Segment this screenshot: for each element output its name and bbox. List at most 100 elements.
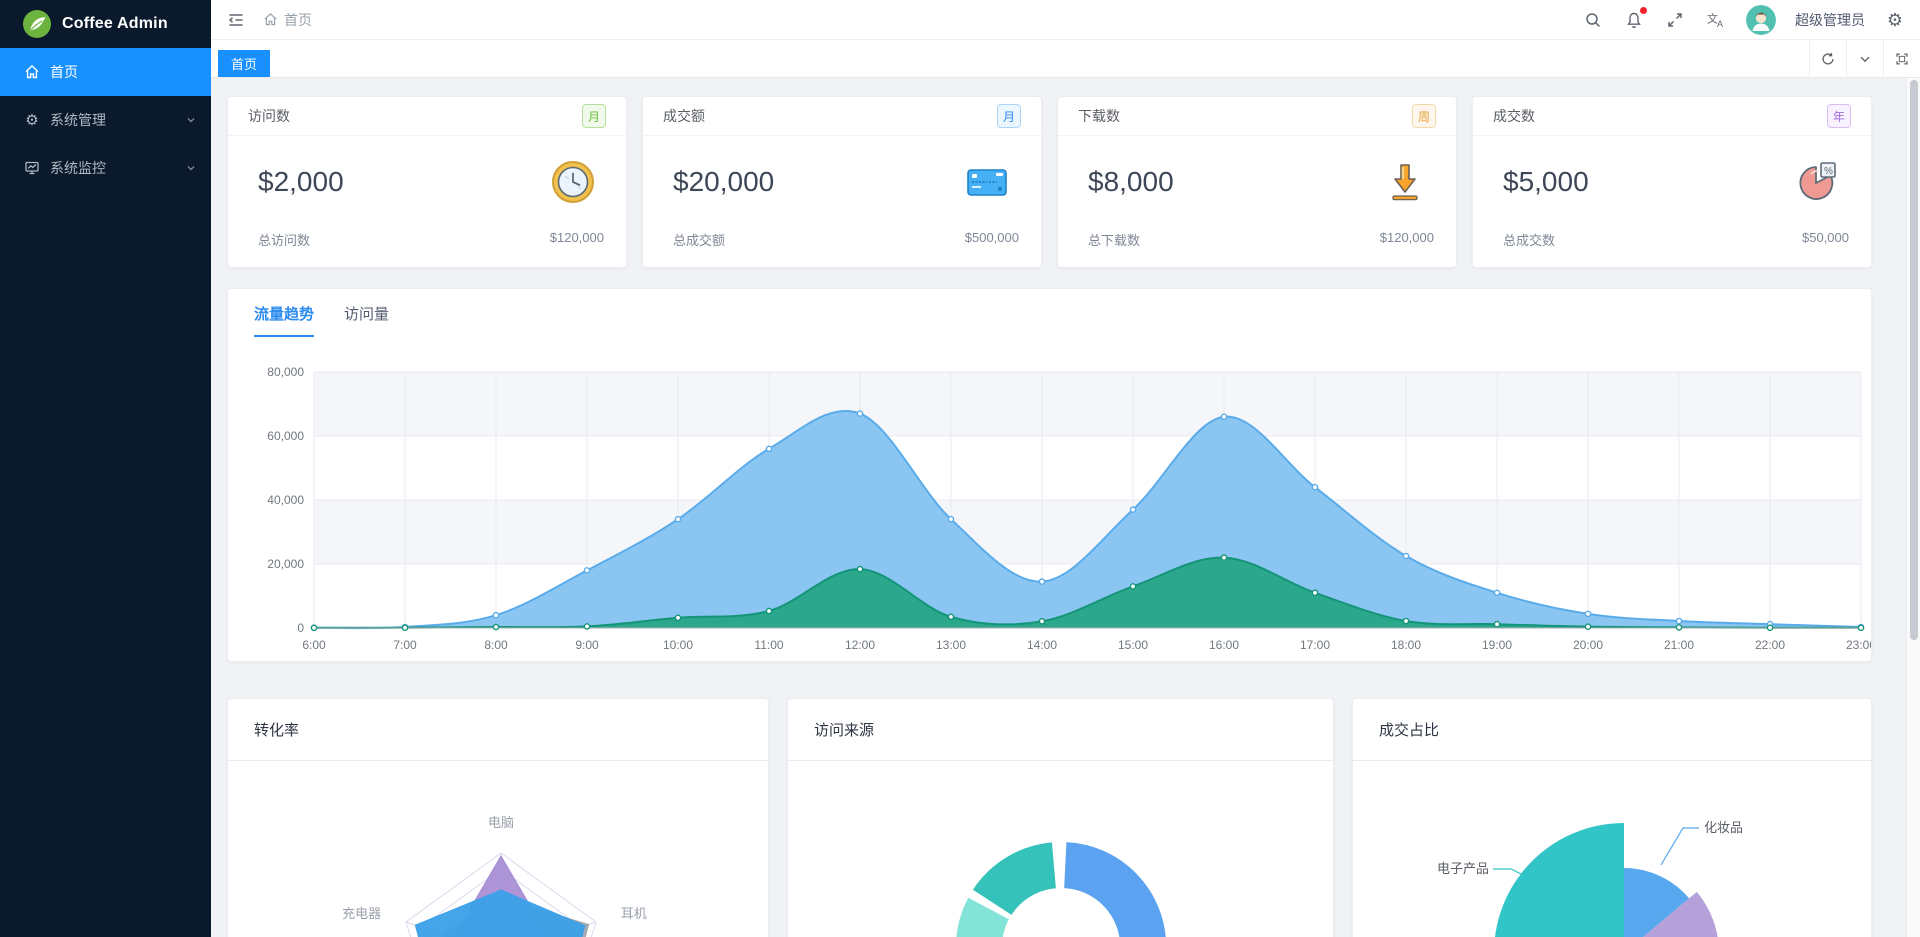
stat-card-value: $8,000 bbox=[1088, 166, 1174, 197]
svg-text:14:00: 14:00 bbox=[1027, 638, 1057, 652]
gear-icon: ⚙ bbox=[25, 111, 39, 129]
svg-text:13:00: 13:00 bbox=[936, 638, 966, 652]
svg-text:电脑: 电脑 bbox=[488, 815, 514, 830]
svg-text:15:00: 15:00 bbox=[1118, 638, 1148, 652]
svg-text:化妆品: 化妆品 bbox=[1704, 820, 1743, 835]
notification-dot bbox=[1640, 6, 1647, 14]
tabbar-actions bbox=[1809, 40, 1920, 77]
tab-visit-volume[interactable]: 访问量 bbox=[344, 303, 389, 337]
breadcrumb-label: 首页 bbox=[284, 11, 312, 28]
stat-card-footer: 总访问数 $120,000 bbox=[228, 228, 626, 249]
stat-card-body: $5,000 % bbox=[1473, 136, 1871, 228]
fullscreen-icon[interactable] bbox=[1664, 9, 1686, 31]
username[interactable]: 超级管理员 bbox=[1795, 10, 1865, 30]
search-icon[interactable] bbox=[1582, 9, 1604, 31]
bell-icon[interactable] bbox=[1623, 6, 1647, 31]
stat-card-deals: 成交数 年 $5,000 % 总成交数 $50,000 bbox=[1472, 96, 1872, 268]
conversion-radar-chart: 电脑 耳机 充电器 bbox=[228, 761, 768, 937]
stat-card-title: 访问数 bbox=[248, 108, 290, 124]
translate-icon[interactable]: 文 A bbox=[1705, 9, 1727, 31]
scrollbar-thumb[interactable] bbox=[1910, 80, 1918, 640]
breadcrumb[interactable]: 首页 bbox=[263, 10, 312, 30]
logo: Coffee Admin bbox=[0, 0, 211, 48]
period-badge: 周 bbox=[1412, 104, 1436, 128]
stat-card-title: 下载数 bbox=[1078, 108, 1120, 124]
maximize-icon[interactable] bbox=[1883, 40, 1920, 77]
avatar[interactable] bbox=[1746, 4, 1776, 35]
visit-source-chart bbox=[788, 761, 1333, 937]
trend-tabs: 流量趋势 访问量 bbox=[228, 289, 1871, 337]
home-icon bbox=[263, 12, 278, 27]
topbar-right: 文 A 超级管理员 ⚙ bbox=[1582, 4, 1906, 35]
svg-text:8:00: 8:00 bbox=[484, 638, 508, 652]
sidebar-item-system-admin[interactable]: ⚙ 系统管理 bbox=[0, 96, 211, 144]
svg-text:11:00: 11:00 bbox=[754, 638, 783, 652]
stat-card-value: $20,000 bbox=[673, 166, 775, 197]
svg-text:12:00: 12:00 bbox=[845, 638, 875, 652]
stat-card-header: 访问数 月 bbox=[228, 97, 626, 136]
sidebar-item-system-monitor[interactable]: 系统监控 bbox=[0, 144, 211, 192]
traffic-trend-card: 流量趋势 访问量 0 20,000 40,000 60,000 80,000 6:00 7:… bbox=[227, 288, 1872, 662]
svg-text:充电器: 充电器 bbox=[342, 906, 381, 921]
stat-card-body: $8,000 bbox=[1058, 136, 1456, 228]
stat-card-body: $20,000 bbox=[643, 136, 1041, 228]
chevron-down-icon[interactable] bbox=[1846, 40, 1883, 77]
stat-card-title: 成交额 bbox=[663, 108, 705, 124]
stat-card-visits: 访问数 月 $2,000 总访问数 $120,000 bbox=[227, 96, 627, 268]
stat-card-value: $5,000 bbox=[1503, 166, 1589, 197]
stat-card-body: $2,000 bbox=[228, 136, 626, 228]
visit-source-card: 访问来源 bbox=[787, 698, 1334, 937]
footer-value: $50,000 bbox=[1802, 230, 1849, 245]
card-title: 访问来源 bbox=[788, 699, 1333, 761]
svg-text:10:00: 10:00 bbox=[663, 638, 693, 652]
footer-label: 总成交数 bbox=[1503, 233, 1556, 248]
tabbar: 首页 bbox=[211, 40, 1920, 78]
gear-icon[interactable]: ⚙ bbox=[1884, 9, 1906, 31]
footer-label: 总访问数 bbox=[258, 233, 311, 248]
deal-share-chart: 电子产品 化妆品 bbox=[1353, 761, 1871, 937]
period-badge: 月 bbox=[582, 104, 606, 128]
vertical-scrollbar[interactable] bbox=[1906, 78, 1920, 937]
card-title: 成交占比 bbox=[1353, 699, 1871, 761]
topbar-left: 首页 bbox=[225, 9, 312, 31]
svg-text:6:00: 6:00 bbox=[302, 638, 326, 652]
topbar: 首页 文 A 超级管理员 ⚙ bbox=[211, 0, 1920, 40]
conversion-rate-card: 转化率 电脑 耳机 充电器 bbox=[227, 698, 769, 937]
footer-label: 总下载数 bbox=[1088, 233, 1141, 248]
stat-card-footer: 总成交数 $50,000 bbox=[1473, 228, 1871, 249]
sidebar-item-label: 系统监控 bbox=[50, 160, 106, 176]
sidebar-item-home[interactable]: 首页 bbox=[0, 48, 211, 96]
tab-home[interactable]: 首页 bbox=[218, 50, 271, 77]
credit-card-icon bbox=[963, 162, 1011, 202]
period-badge: 年 bbox=[1827, 104, 1851, 128]
stat-card-turnover: 成交额 月 $20,000 总成交额 $500,000 bbox=[642, 96, 1042, 268]
svg-text:电子产品: 电子产品 bbox=[1437, 861, 1489, 876]
svg-text:20:00: 20:00 bbox=[1573, 638, 1603, 652]
stat-card-title: 成交数 bbox=[1493, 108, 1535, 124]
refresh-icon[interactable] bbox=[1809, 40, 1846, 77]
stat-card-footer: 总成交额 $500,000 bbox=[643, 228, 1041, 249]
footer-value: $500,000 bbox=[964, 230, 1019, 245]
svg-text:23:00: 23:00 bbox=[1846, 638, 1871, 652]
stat-card-header: 成交数 年 bbox=[1473, 97, 1871, 136]
sidebar: Coffee Admin 首页 ⚙ 系统管理 系统监控 bbox=[0, 0, 211, 937]
chevron-down-icon bbox=[185, 162, 197, 174]
period-badge: 月 bbox=[997, 104, 1021, 128]
download-icon bbox=[1384, 159, 1426, 205]
chevron-down-icon bbox=[185, 114, 197, 126]
home-icon bbox=[24, 64, 40, 80]
stat-card-header: 成交额 月 bbox=[643, 97, 1041, 136]
footer-value: $120,000 bbox=[1379, 230, 1434, 245]
footer-label: 总成交额 bbox=[673, 233, 726, 248]
sidebar-item-label: 系统管理 bbox=[50, 112, 106, 128]
menu-fold-icon[interactable] bbox=[225, 9, 247, 31]
app-title: Coffee Admin bbox=[62, 15, 168, 32]
tab-traffic-trend[interactable]: 流量趋势 bbox=[254, 303, 315, 337]
traffic-trend-chart: 0 20,000 40,000 60,000 80,000 6:00 7:00 8:00 9:0… bbox=[228, 349, 1871, 661]
svg-text:80,000: 80,000 bbox=[267, 365, 304, 379]
svg-text:0: 0 bbox=[297, 621, 304, 635]
stat-card-header: 下载数 周 bbox=[1058, 97, 1456, 136]
svg-text:%: % bbox=[1824, 166, 1833, 177]
pie-icon: % bbox=[1795, 159, 1841, 205]
svg-text:16:00: 16:00 bbox=[1209, 638, 1239, 652]
